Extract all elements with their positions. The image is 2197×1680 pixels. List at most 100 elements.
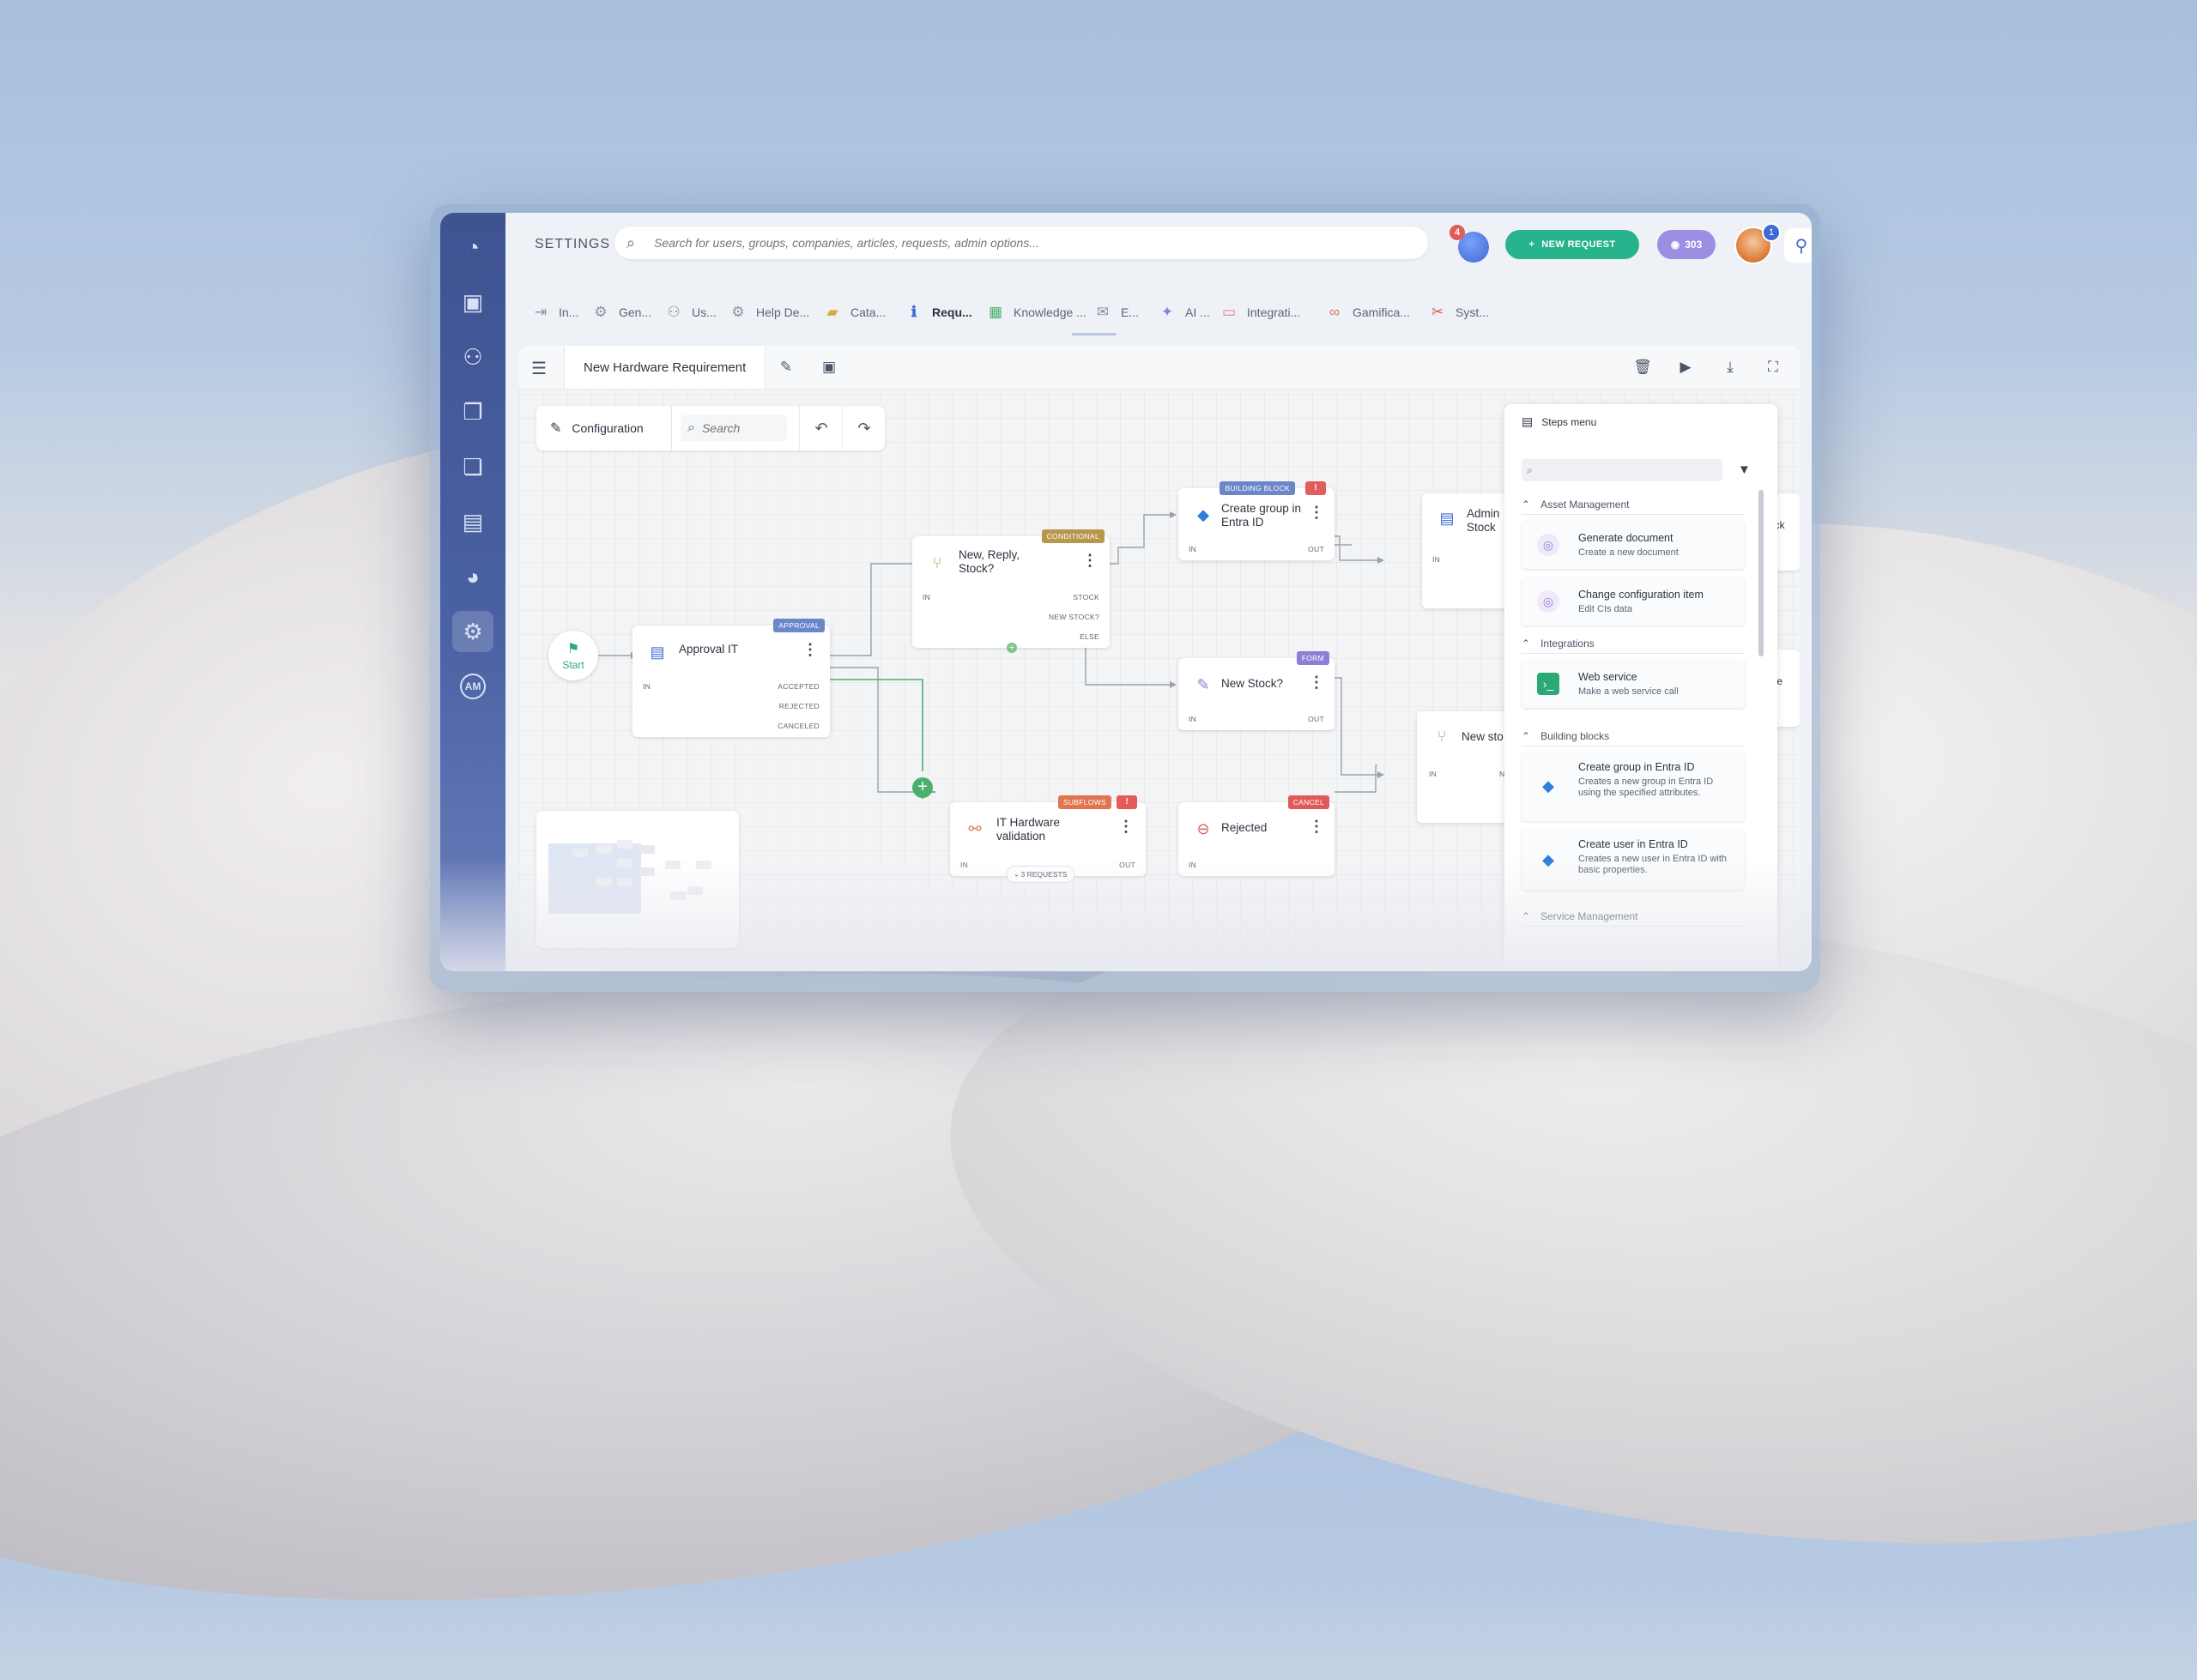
gear-icon[interactable]: ⚙ bbox=[452, 611, 493, 652]
step-desc: Creates a new user in Entra ID with basi… bbox=[1578, 854, 1728, 875]
tab-knowledge[interactable]: ▦ Knowledge ... bbox=[986, 287, 1086, 338]
tab-label: AI ... bbox=[1185, 305, 1210, 319]
port-in[interactable]: IN bbox=[923, 593, 930, 601]
add-branch-button[interactable]: + bbox=[1007, 643, 1017, 653]
tab-inbox[interactable]: ⇥ In... bbox=[531, 287, 578, 338]
points-badge[interactable]: ◉ 303 bbox=[1657, 230, 1716, 259]
category-building-blocks[interactable]: ⌃ Building blocks bbox=[1522, 727, 1745, 746]
pie-chart-icon[interactable]: ◕ bbox=[452, 556, 493, 597]
create-group-node[interactable]: BUILDING BLOCK ! ◆ Create group in Entra… bbox=[1178, 481, 1335, 560]
port-out[interactable]: OUT bbox=[1119, 861, 1135, 869]
redo-icon[interactable]: ↷ bbox=[842, 406, 886, 450]
tab-ai[interactable]: ✦ AI ... bbox=[1158, 287, 1210, 338]
minimap[interactable] bbox=[536, 811, 739, 948]
chevron-up-icon: ⌃ bbox=[1522, 910, 1531, 922]
tab-catalog[interactable]: ▰ Cata... bbox=[823, 287, 886, 338]
new-stock-node[interactable]: FORM ✎ New Stock? ⋮ IN OUT bbox=[1178, 651, 1335, 730]
alert-badge: ! bbox=[1117, 795, 1137, 809]
tab-system[interactable]: ✂ Syst... bbox=[1428, 287, 1489, 338]
tab-email[interactable]: ✉ E... bbox=[1093, 287, 1139, 338]
chevron-up-icon: ⌃ bbox=[1522, 638, 1531, 650]
active-tab-indicator bbox=[1072, 333, 1117, 335]
more-icon[interactable]: ⋮ bbox=[1309, 504, 1324, 522]
port-accepted[interactable]: ACCEPTED bbox=[778, 682, 820, 691]
tab-helpdesk[interactable]: ⚙ Help De... bbox=[729, 287, 809, 338]
port-canceled[interactable]: CANCELED bbox=[778, 722, 820, 730]
port-out[interactable]: OUT bbox=[1308, 545, 1324, 553]
port-in[interactable]: IN bbox=[643, 682, 651, 691]
requests-count: 3 REQUESTS bbox=[1020, 870, 1068, 879]
add-step-button[interactable]: + bbox=[912, 777, 933, 798]
chevron-up-icon: ⌃ bbox=[1522, 730, 1531, 742]
category-asset-management[interactable]: ⌃ Asset Management bbox=[1522, 495, 1745, 515]
port-in[interactable]: IN bbox=[1189, 715, 1196, 723]
global-search[interactable]: ⌕ bbox=[614, 227, 1428, 259]
steps-menu-header: ▤ Steps menu bbox=[1522, 414, 1596, 429]
subflows-tag: SUBFLOWS bbox=[1057, 795, 1111, 809]
node-title: Approval IT bbox=[679, 643, 739, 656]
step-change-configuration-item[interactable]: ◎ Change configuration item Edit CIs dat… bbox=[1522, 577, 1745, 625]
files-icon[interactable]: ❏ bbox=[452, 446, 493, 487]
am-label: AM bbox=[460, 674, 486, 699]
tab-label: Help De... bbox=[756, 305, 810, 319]
step-create-group-entra[interactable]: ◆ Create group in Entra ID Creates a new… bbox=[1522, 752, 1745, 821]
port-out[interactable]: OUT bbox=[1308, 715, 1324, 723]
port-in[interactable]: IN bbox=[960, 861, 968, 869]
conditional-node[interactable]: CONDITIONAL ⑂ New, Reply, Stock? ⋮ IN ST… bbox=[912, 529, 1110, 648]
category-integrations[interactable]: ⌃ Integrations bbox=[1522, 634, 1745, 654]
more-icon[interactable]: ⋮ bbox=[802, 641, 818, 659]
config-toolbar: ✎ Configuration ⌕ ↶ ↷ bbox=[536, 406, 885, 450]
approval-node[interactable]: APPROVAL ▤ Approval IT ⋮ IN ACCEPTED REJ… bbox=[632, 619, 830, 737]
eye-icon: ◉ bbox=[1670, 239, 1680, 251]
rejected-node[interactable]: CANCEL ⊖ Rejected ⋮ IN bbox=[1178, 795, 1335, 876]
steps-search-input[interactable] bbox=[1537, 463, 1713, 477]
users-icon[interactable]: ⚇ bbox=[452, 336, 493, 378]
hardware-validation-node[interactable]: SUBFLOWS ! ⚯ IT Hardware validation ⋮ IN… bbox=[950, 795, 1146, 883]
port-in[interactable]: IN bbox=[1189, 861, 1196, 869]
configuration-button[interactable]: ✎ Configuration bbox=[536, 406, 672, 450]
requests-badge[interactable]: ◒ 3 REQUESTS bbox=[1007, 866, 1075, 883]
more-icon[interactable]: ⋮ bbox=[1118, 818, 1134, 836]
tab-gamification[interactable]: ∞ Gamifica... bbox=[1325, 287, 1410, 338]
user-switch-icon[interactable]: ⚲ bbox=[1784, 228, 1812, 263]
dashboard-icon[interactable]: ◔ bbox=[452, 227, 493, 268]
port-in[interactable]: IN bbox=[1432, 555, 1440, 564]
terminal-icon: ›_ bbox=[1537, 673, 1559, 695]
steps-scrollbar[interactable] bbox=[1758, 490, 1764, 656]
step-generate-document[interactable]: ◎ Generate document Create a new documen… bbox=[1522, 521, 1745, 569]
more-icon[interactable]: ⋮ bbox=[1309, 818, 1324, 836]
step-create-user-entra[interactable]: ◆ Create user in Entra ID Creates a new … bbox=[1522, 830, 1745, 890]
more-icon[interactable]: ⋮ bbox=[1082, 552, 1098, 570]
node-search[interactable]: ⌕ bbox=[681, 415, 787, 441]
port-new-stock[interactable]: NEW STOCK? bbox=[1049, 613, 1099, 621]
port-in[interactable]: IN bbox=[1429, 770, 1437, 778]
steps-search[interactable]: ⌕ bbox=[1522, 459, 1722, 481]
approval-icon: ▤ bbox=[1439, 509, 1455, 527]
search-input[interactable] bbox=[652, 235, 1411, 251]
category-service-management[interactable]: ⌃ Service Management bbox=[1522, 907, 1745, 927]
configuration-label: Configuration bbox=[572, 421, 644, 435]
am-icon[interactable]: AM bbox=[452, 666, 493, 707]
tab-requests[interactable]: ℹ Requ... bbox=[905, 287, 972, 338]
more-icon[interactable]: ⋮ bbox=[1309, 674, 1324, 692]
start-node[interactable]: ⚑ Start bbox=[548, 631, 598, 680]
new-request-button[interactable]: + NEW REQUEST bbox=[1505, 230, 1639, 259]
port-rejected[interactable]: REJECTED bbox=[779, 702, 820, 710]
entra-icon: ◆ bbox=[1542, 777, 1554, 795]
port-else[interactable]: ELSE bbox=[1080, 632, 1099, 641]
tab-label: Integrati... bbox=[1247, 305, 1301, 319]
book-icon[interactable]: ▤ bbox=[452, 501, 493, 542]
briefcase-icon[interactable]: ▣ bbox=[452, 281, 493, 323]
node-search-input[interactable] bbox=[699, 420, 772, 436]
settings-tabs: ⇥ In... ⚙ Gen... ⚇ Us... ⚙ Help De... ▰ Cata.… bbox=[505, 287, 1812, 338]
port-in[interactable]: IN bbox=[1189, 545, 1196, 553]
tab-users[interactable]: ⚇ Us... bbox=[664, 287, 716, 338]
port-stock[interactable]: STOCK bbox=[1073, 593, 1099, 601]
tab-integrations[interactable]: ▭ Integrati... bbox=[1220, 287, 1300, 338]
documents-icon[interactable]: ❐ bbox=[452, 391, 493, 432]
step-web-service[interactable]: ›_ Web service Make a web service call bbox=[1522, 660, 1745, 708]
steps-menu: ▤ Steps menu ⌕ ▼ ⌃ Asset Management ◎ Ge… bbox=[1504, 404, 1777, 968]
tab-general[interactable]: ⚙ Gen... bbox=[591, 287, 651, 338]
filter-icon[interactable]: ▼ bbox=[1738, 462, 1751, 477]
undo-icon[interactable]: ↶ bbox=[799, 406, 843, 450]
